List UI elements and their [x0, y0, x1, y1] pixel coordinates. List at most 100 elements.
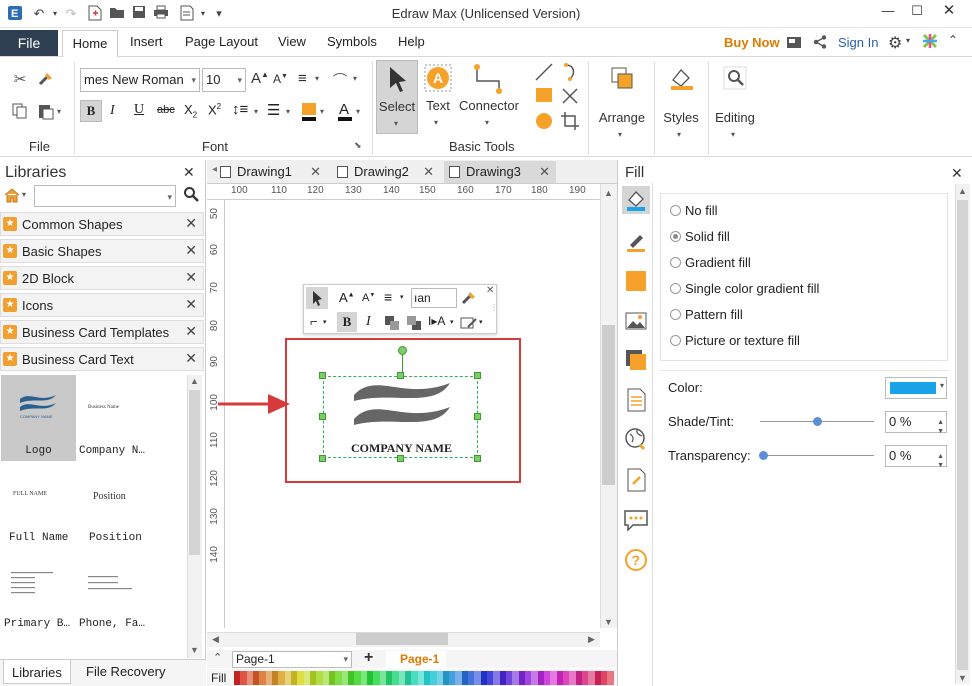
- font-name-combo[interactable]: mes New Roman ▾: [80, 68, 200, 92]
- library-item-close-icon[interactable]: ✕: [185, 242, 197, 259]
- shadow-tool-icon[interactable]: [622, 267, 650, 295]
- library-item-common-shapes[interactable]: ★ Common Shapes ✕: [0, 212, 204, 236]
- transparency-slider-thumb[interactable]: [759, 451, 768, 460]
- mini-format-painter-icon[interactable]: [460, 288, 478, 309]
- highlight-dropdown-icon[interactable]: ▾: [320, 107, 324, 116]
- subscript-button[interactable]: X2: [184, 102, 197, 120]
- font-size-combo[interactable]: 10 ▾: [202, 68, 246, 92]
- format-painter-icon[interactable]: [36, 70, 56, 90]
- tab-close-icon[interactable]: ✕: [539, 161, 550, 183]
- color-palette[interactable]: [234, 671, 614, 685]
- ribbon-collapse-icon[interactable]: ⌃: [948, 33, 958, 47]
- radio-button[interactable]: [670, 283, 681, 294]
- settings-dropdown-icon[interactable]: ▾: [906, 36, 910, 45]
- resize-handle-n[interactable]: [397, 372, 404, 379]
- library-item-close-icon[interactable]: ✕: [185, 269, 197, 286]
- shade-slider-thumb[interactable]: [813, 417, 822, 426]
- share-icon[interactable]: [812, 34, 828, 53]
- tab-insert[interactable]: Insert: [130, 34, 163, 49]
- mini-italic-button[interactable]: I: [366, 314, 371, 330]
- cart-icon[interactable]: [786, 34, 802, 53]
- libraries-scroll-thumb[interactable]: [189, 390, 200, 555]
- font-color-dropdown-icon[interactable]: ▾: [356, 107, 360, 116]
- text-direction-icon[interactable]: ⌒: [333, 70, 347, 90]
- help-icon[interactable]: ?: [622, 546, 650, 574]
- add-page-icon[interactable]: +: [364, 649, 373, 667]
- text-tool-button[interactable]: A Text ▾: [420, 60, 456, 134]
- connector-tool-button[interactable]: Connector ▾: [456, 60, 522, 134]
- fill-option-pattern-fill[interactable]: Pattern fill: [670, 307, 940, 325]
- crop-tool-icon[interactable]: [560, 111, 580, 134]
- mini-toolbar-close-icon[interactable]: ✕: [486, 285, 494, 296]
- radio-button[interactable]: [670, 335, 681, 346]
- tab-symbols[interactable]: Symbols: [327, 34, 377, 49]
- page-bar-collapse-icon[interactable]: ⌃: [213, 651, 222, 664]
- superscript-button[interactable]: X2: [208, 102, 221, 117]
- resize-handle-s[interactable]: [397, 455, 404, 462]
- mini-send-back-icon[interactable]: [406, 315, 422, 334]
- library-item-icons[interactable]: ★ Icons ✕: [0, 293, 204, 317]
- shape-phone-fax[interactable]: Phone, Fa…: [78, 560, 186, 640]
- text-direction-dropdown-icon[interactable]: ▾: [353, 74, 357, 83]
- paste-dropdown-icon[interactable]: ▾: [57, 107, 61, 116]
- selected-logo-shape[interactable]: COMPANY NAME: [323, 376, 478, 458]
- tab-help[interactable]: Help: [398, 34, 425, 49]
- comment-icon[interactable]: [622, 506, 650, 534]
- tab-close-icon[interactable]: ✕: [423, 161, 434, 183]
- tab-page-layout[interactable]: Page Layout: [185, 34, 258, 49]
- strikethrough-button[interactable]: abc: [157, 104, 175, 116]
- home-dropdown-icon[interactable]: ▾: [22, 190, 26, 199]
- line-style-tool-icon[interactable]: [622, 227, 650, 255]
- fill-option-no-fill[interactable]: No fill: [670, 203, 940, 221]
- canvas-scroll-down-icon[interactable]: ▼: [604, 617, 613, 627]
- fill-scroll-up-icon[interactable]: ▲: [958, 186, 967, 196]
- underline-button[interactable]: U: [134, 102, 144, 118]
- spinner-down-icon[interactable]: ▼: [937, 456, 944, 476]
- shape-logo[interactable]: COMPANY NAME Logo: [1, 375, 76, 461]
- mini-align-dropdown-icon[interactable]: ▾: [400, 293, 404, 301]
- rectangle-tool-icon[interactable]: [536, 88, 552, 102]
- mini-distribute-icon[interactable]: I▸A: [428, 314, 445, 328]
- line-spacing-dropdown-icon[interactable]: ▾: [254, 107, 258, 116]
- canvas-vertical-scroll-thumb[interactable]: [602, 325, 615, 485]
- shade-tint-spinner[interactable]: 0 % ▲ ▼: [885, 411, 947, 435]
- arrange-button[interactable]: Arrange ▾: [594, 62, 650, 142]
- attachment-icon[interactable]: [622, 466, 650, 494]
- shape-position-text[interactable]: Position: [78, 464, 186, 504]
- mini-style-icon[interactable]: [460, 315, 478, 334]
- resize-handle-sw[interactable]: [319, 455, 326, 462]
- font-dialog-launcher-icon[interactable]: ⬊: [354, 140, 362, 151]
- mini-connector-dropdown-icon[interactable]: ▾: [323, 318, 327, 326]
- radio-button[interactable]: [670, 309, 681, 320]
- scroll-down-icon[interactable]: ▼: [190, 645, 199, 655]
- close-window-button[interactable]: ✕: [937, 2, 961, 22]
- bullet-list-dropdown-icon[interactable]: ▾: [286, 107, 290, 116]
- radio-button[interactable]: [670, 205, 681, 216]
- mini-distribute-dropdown-icon[interactable]: ▾: [450, 318, 454, 326]
- page-select-combo[interactable]: Page-1 ▾: [232, 651, 352, 668]
- color-picker[interactable]: ▾: [885, 377, 947, 399]
- italic-button[interactable]: I: [110, 103, 115, 119]
- canvas-scroll-left-icon[interactable]: ◀: [212, 634, 219, 645]
- canvas-scroll-up-icon[interactable]: ▲: [604, 188, 613, 198]
- company-name-text[interactable]: COMPANY NAME: [324, 441, 479, 456]
- transparency-spinner[interactable]: 0 % ▲ ▼: [885, 445, 947, 469]
- shrink-font-icon[interactable]: A▼: [273, 72, 288, 86]
- library-search-icon[interactable]: [183, 186, 199, 205]
- spinner-down-icon[interactable]: ▼: [937, 422, 944, 442]
- font-color-icon[interactable]: A: [336, 100, 354, 125]
- library-item-2d-block[interactable]: ★ 2D Block ✕: [0, 266, 204, 290]
- tab-file-recovery[interactable]: File Recovery: [86, 664, 165, 679]
- mini-font-combo[interactable]: ıan: [411, 288, 457, 308]
- fill-option-single-color-gradient-fill[interactable]: Single color gradient fill: [670, 281, 940, 299]
- home-icon[interactable]: [4, 187, 20, 206]
- fill-scroll-thumb[interactable]: [957, 200, 968, 670]
- canvas-scroll-right-icon[interactable]: ▶: [588, 634, 595, 645]
- mini-connector-icon[interactable]: ⌐: [310, 314, 318, 329]
- minimize-button[interactable]: —: [876, 2, 900, 22]
- resize-handle-se[interactable]: [474, 455, 481, 462]
- mini-toolbar-grip-icon[interactable]: ⋮: [490, 303, 498, 312]
- tab-view[interactable]: View: [278, 34, 306, 49]
- resize-handle-w[interactable]: [319, 413, 326, 420]
- arc-tool-icon[interactable]: [560, 62, 580, 85]
